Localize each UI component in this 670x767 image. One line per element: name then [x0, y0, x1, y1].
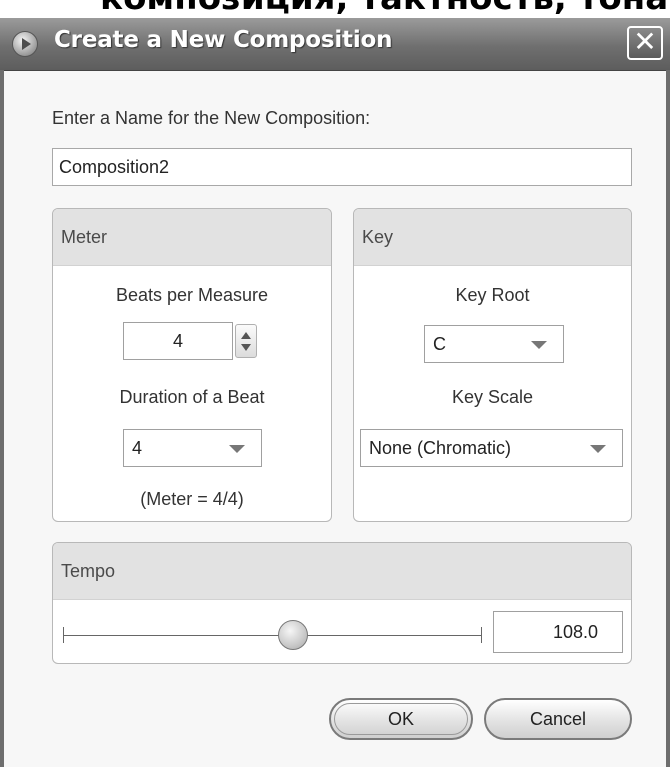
key-scale-value: None (Chromatic): [369, 438, 512, 458]
chevron-down-icon: [531, 341, 547, 349]
beats-spinner-button[interactable]: [235, 324, 257, 358]
tempo-panel-header: Tempo: [53, 543, 631, 600]
ok-button[interactable]: OK: [329, 698, 473, 740]
title-bar[interactable]: Create a New Composition ✕: [0, 18, 670, 71]
play-circle-icon: [12, 31, 38, 57]
tempo-value-input[interactable]: 108.0: [493, 611, 623, 653]
tempo-slider-track[interactable]: [63, 635, 481, 636]
tempo-panel-title: Tempo: [61, 561, 116, 581]
dialog-title: Create a New Composition: [54, 27, 393, 53]
key-root-dropdown[interactable]: C: [424, 325, 564, 363]
chevron-down-icon: [590, 445, 606, 453]
tempo-panel: Tempo 108.0: [52, 542, 632, 664]
dialog-frame-right: [666, 70, 670, 767]
name-prompt-label: Enter a Name for the New Composition:: [52, 108, 371, 128]
key-panel: Key Key Root C Key Scale None (Chromatic…: [353, 208, 632, 522]
duration-of-beat-dropdown[interactable]: 4: [123, 429, 262, 467]
close-button[interactable]: ✕: [627, 26, 663, 60]
close-icon: ✕: [633, 25, 657, 58]
key-panel-title: Key: [362, 227, 394, 247]
cancel-button[interactable]: Cancel: [484, 698, 632, 740]
meter-panel-header: Meter: [53, 209, 331, 266]
create-composition-dialog: Create a New Composition ✕ Enter a Name …: [0, 18, 670, 767]
composition-name-input[interactable]: Composition2: [52, 148, 632, 186]
key-root-value: C: [433, 334, 446, 354]
spin-down-icon: [241, 344, 251, 351]
key-scale-dropdown[interactable]: None (Chromatic): [360, 429, 623, 467]
slider-max-tick: [481, 627, 482, 643]
background-heading-text: композиция, тактность, тональ: [100, 0, 670, 18]
tempo-slider-handle[interactable]: [277, 620, 308, 650]
spin-up-icon: [241, 332, 251, 339]
key-root-label: Key Root: [455, 285, 530, 305]
meter-summary-label: (Meter = 4/4): [140, 489, 244, 509]
dialog-frame-left: [0, 70, 4, 767]
duration-of-beat-value: 4: [132, 438, 143, 458]
beats-per-measure-input[interactable]: 4: [123, 322, 233, 360]
meter-panel: Meter Beats per Measure 4 Duration of a …: [52, 208, 332, 522]
meter-panel-title: Meter: [61, 227, 108, 247]
duration-of-beat-label: Duration of a Beat: [119, 387, 265, 407]
chevron-down-icon: [229, 445, 245, 453]
key-scale-label: Key Scale: [451, 387, 534, 407]
beats-per-measure-label: Beats per Measure: [115, 285, 269, 305]
key-panel-header: Key: [354, 209, 631, 266]
